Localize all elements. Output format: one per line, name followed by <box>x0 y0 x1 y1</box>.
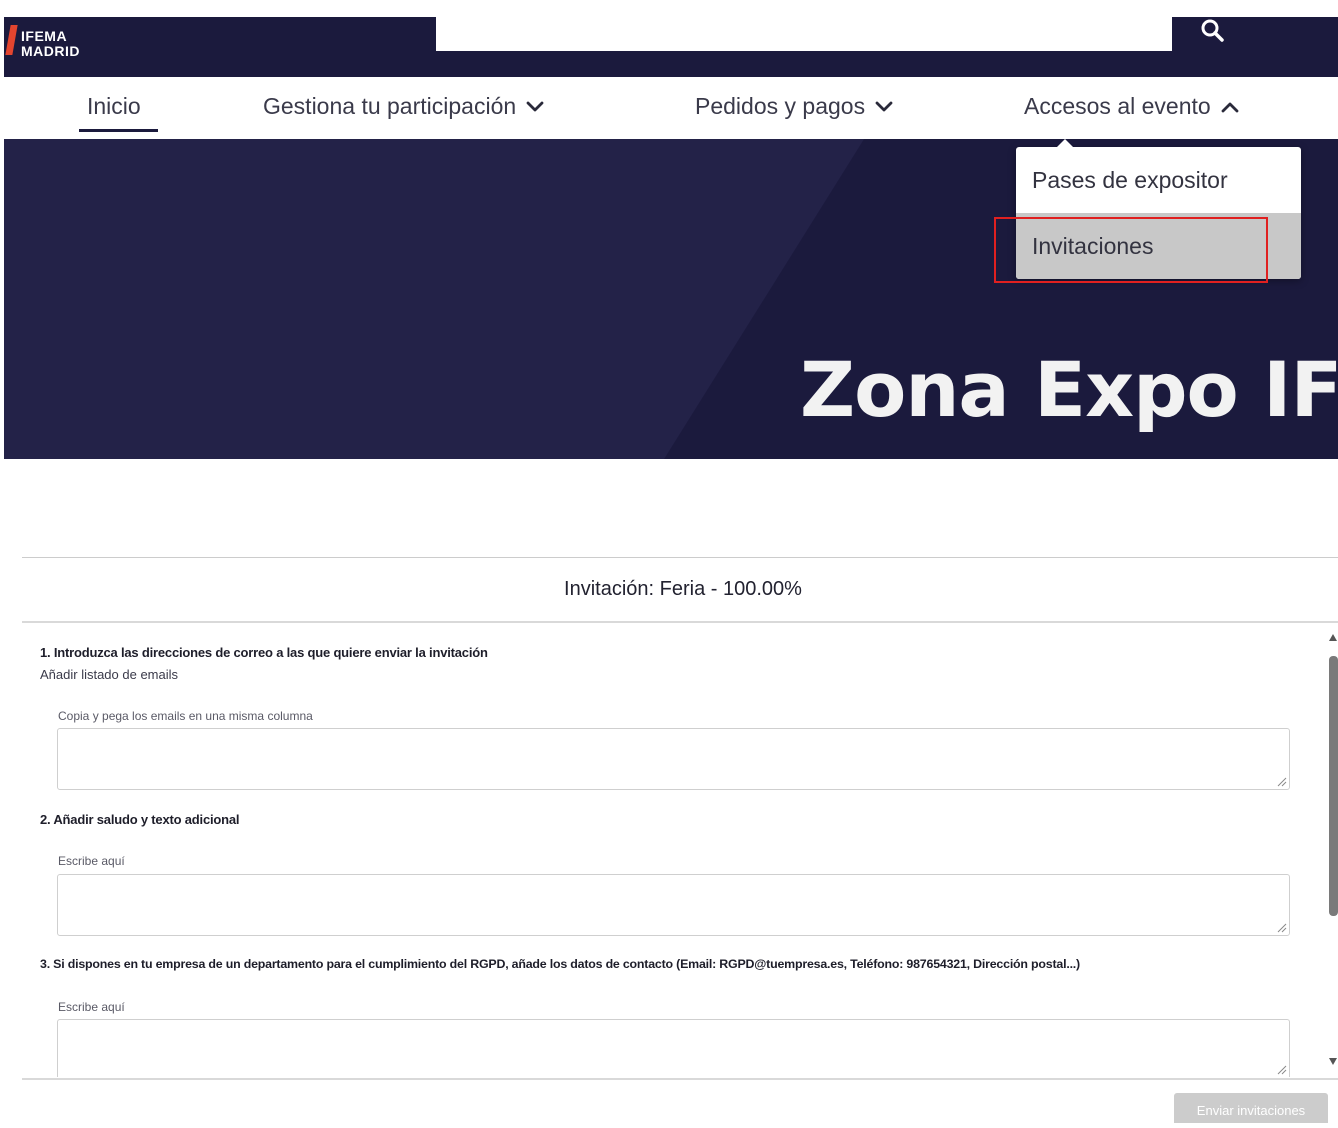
scroll-up-arrow-icon[interactable] <box>1329 634 1337 641</box>
chevron-up-icon <box>1221 102 1239 112</box>
hero-title: Zona Expo IFE <box>800 345 1338 434</box>
send-invitations-button[interactable]: Enviar invitaciones <box>1174 1093 1328 1123</box>
main-nav: Inicio Gestiona tu participación Pedidos… <box>4 77 1338 141</box>
panel-top-border <box>22 557 1338 558</box>
nav-item-inicio[interactable]: Inicio <box>87 93 141 120</box>
header-bar: IFEMA MADRID <box>4 17 1338 77</box>
nav-item-label: Pedidos y pagos <box>695 93 866 119</box>
nav-item-label: Inicio <box>87 93 141 119</box>
logo-line1: IFEMA <box>21 28 68 44</box>
nav-item-label: Gestiona tu participación <box>263 93 517 119</box>
rgpd-field-label: Escribe aquí <box>58 1000 125 1014</box>
form-title-divider <box>22 621 1338 623</box>
question-2-label: 2. Añadir saludo y texto adicional <box>40 812 240 827</box>
search-input[interactable] <box>436 17 1172 51</box>
scroll-down-arrow-icon[interactable] <box>1329 1058 1337 1065</box>
invitaciones-highlight-box <box>994 217 1268 283</box>
question-1-sublabel: Añadir listado de emails <box>40 667 179 682</box>
scrollbar-thumb[interactable] <box>1329 656 1338 916</box>
greeting-textarea[interactable] <box>57 874 1290 936</box>
menu-item-label: Pases de expositor <box>1032 166 1228 193</box>
search-icon[interactable] <box>1199 18 1227 44</box>
resize-grip-icon[interactable] <box>1277 777 1287 787</box>
active-tab-underline <box>79 129 158 132</box>
emails-textarea[interactable] <box>57 728 1290 790</box>
nav-item-pedidos[interactable]: Pedidos y pagos <box>695 93 893 120</box>
ifema-logo[interactable]: IFEMA MADRID <box>5 17 118 77</box>
panel-bottom-border <box>22 1078 1338 1080</box>
resize-grip-icon[interactable] <box>1277 1065 1287 1075</box>
question-1-label: 1. Introduzca las direcciones de correo … <box>40 645 488 660</box>
question-3-label: 3. Si dispones en tu empresa de un depar… <box>40 957 1080 971</box>
nav-item-accesos[interactable]: Accesos al evento <box>1024 93 1239 120</box>
nav-item-label: Accesos al evento <box>1024 93 1211 119</box>
form-title: Invitación: Feria - 100.00% <box>564 578 802 600</box>
rgpd-textarea[interactable] <box>57 1019 1290 1077</box>
chevron-down-icon <box>526 101 544 111</box>
resize-grip-icon[interactable] <box>1277 923 1287 933</box>
nav-item-gestiona[interactable]: Gestiona tu participación <box>263 93 544 120</box>
logo-line2: MADRID <box>21 43 80 59</box>
menu-item-pases-expositor[interactable]: Pases de expositor <box>1016 147 1301 213</box>
emails-field-label: Copia y pega los emails en una misma col… <box>58 709 313 723</box>
chevron-down-icon <box>875 101 893 111</box>
greeting-field-label: Escribe aquí <box>58 854 125 868</box>
logo-accent-mark <box>5 25 18 55</box>
